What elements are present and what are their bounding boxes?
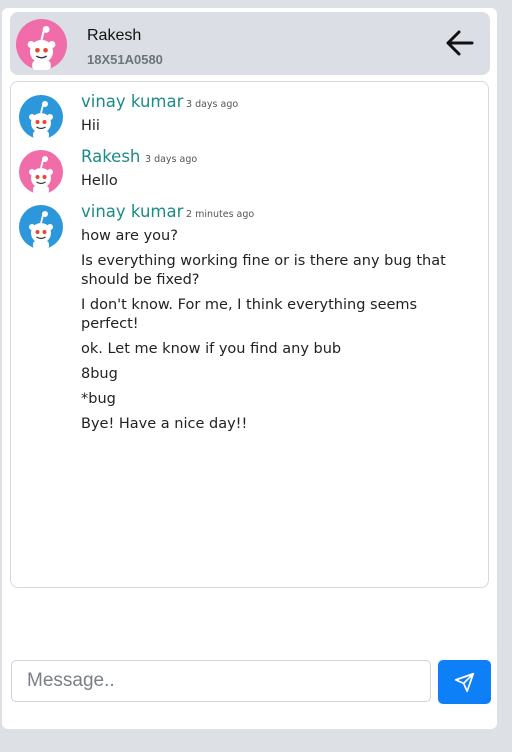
- reddit-pink-avatar[interactable]: [16, 19, 67, 70]
- contact-id: 18X51A0580: [87, 52, 163, 67]
- message-text: how are you?: [81, 228, 178, 244]
- sender-name: vinay kumar: [81, 202, 184, 221]
- message-time: 2 minutes ago: [186, 209, 255, 220]
- send-icon: [454, 672, 475, 693]
- arrow-left-icon[interactable]: [444, 29, 476, 57]
- message-time: 3 days ago: [186, 99, 239, 110]
- chat-header: Rakesh 18X51A0580: [10, 12, 490, 75]
- message-text: ok. Let me know if you find any bub: [81, 341, 342, 357]
- send-button[interactable]: [438, 660, 491, 704]
- message-text: 8bug: [81, 366, 118, 382]
- message-text: Is everything working fine or is there a…: [81, 253, 446, 288]
- message-list[interactable]: vinay kumar 3 days ago Hii Rakesh 3 days…: [10, 81, 489, 588]
- message-time: 3 days ago: [145, 154, 198, 165]
- reddit-pink-avatar: [19, 150, 63, 194]
- sender-name: vinay kumar: [81, 92, 184, 111]
- message-text: Bye! Have a nice day!!: [81, 416, 248, 432]
- reddit-blue-avatar: [19, 95, 63, 139]
- message-text: I don't know. For me, I think everything…: [81, 297, 418, 332]
- message-input[interactable]: [11, 660, 431, 702]
- message-text: Hii: [81, 118, 100, 134]
- message-text: *bug: [81, 391, 116, 407]
- reddit-blue-avatar: [19, 205, 63, 249]
- message-text: Hello: [81, 173, 118, 189]
- contact-name: Rakesh: [87, 27, 142, 44]
- composer: [11, 660, 491, 704]
- sender-name: Rakesh: [81, 147, 141, 166]
